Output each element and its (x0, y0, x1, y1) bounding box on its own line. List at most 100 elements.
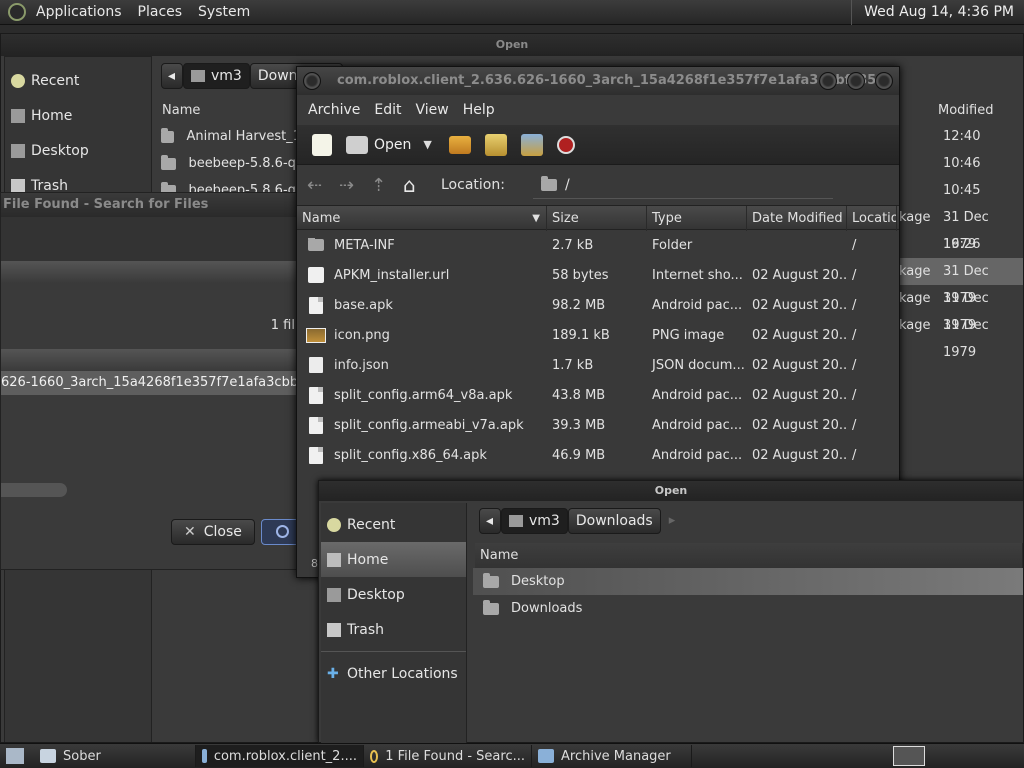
cell-location: / (852, 237, 857, 253)
bg-col-modified[interactable]: Modified (933, 98, 1023, 123)
menu-places[interactable]: Places (130, 0, 191, 25)
col-type[interactable]: Type (647, 206, 747, 231)
table-row[interactable]: base.apk 98.2 MB Android pac... 02 August 2… (297, 290, 899, 320)
table-row[interactable]: info.json 1.7 kB JSON docum... 02 August 20… (297, 350, 899, 380)
maximize-button[interactable] (847, 72, 865, 90)
modified-value: 10:46 (943, 156, 981, 171)
menu-applications[interactable]: Applications (28, 0, 130, 25)
bg-path-back[interactable]: ◂ (161, 63, 183, 89)
table-row[interactable]: META-INF 2.7 kB Folder / (297, 230, 899, 260)
workspace-switcher[interactable] (893, 746, 925, 766)
open-col-name[interactable]: Name (475, 543, 1023, 568)
archive-titlebar: com.roblox.client_2.636.626-1660_3arch_1… (297, 67, 899, 95)
sidebar-separator (321, 651, 466, 652)
sort-down-icon: ▼ (532, 213, 540, 224)
col-size[interactable]: Size (547, 206, 647, 231)
home-icon (191, 70, 205, 82)
cell-date: 02 August 20... (752, 297, 847, 313)
search-result-row[interactable]: 626-1660_3arch_15a4268f1e357f7e1afa3cbbf… (1, 371, 299, 395)
archive-toolbar: Open ▼ (297, 125, 899, 165)
path-forward-button[interactable]: ▸ (669, 508, 676, 534)
path-back-button[interactable]: ◂ (479, 508, 501, 534)
bg-sidebar-recent[interactable]: Recent (5, 63, 151, 98)
modified-value: 31 Dec 1979 (943, 291, 989, 333)
cell-date: 02 August 20... (752, 357, 847, 373)
show-desktop-icon[interactable] (6, 748, 24, 764)
table-row[interactable]: split_config.x86_64.apk 46.9 MB Android pa… (297, 440, 899, 470)
location-field[interactable]: / (532, 171, 833, 199)
list-item[interactable]: Desktop (473, 568, 1023, 595)
menu-view[interactable]: View (409, 102, 456, 118)
cell-type: Android pac... (652, 417, 743, 433)
sidebar-item-other-locations[interactable]: ✚ Other Locations (321, 656, 466, 691)
search-status-text: 1 fil (270, 318, 295, 333)
list-item[interactable]: Downloads (473, 595, 1023, 622)
table-row[interactable]: APKM_installer.url 58 bytes Internet sho..… (297, 260, 899, 290)
table-row[interactable]: icon.png 189.1 kB PNG image 02 August 20...… (297, 320, 899, 350)
modified-value: 31 Dec 1979 (943, 318, 989, 360)
col-date-modified[interactable]: Date Modified (747, 206, 847, 231)
open-archive-icon[interactable] (346, 135, 368, 154)
cell-size: 1.7 kB (552, 357, 594, 373)
bg-col-name[interactable]: Name (157, 98, 307, 123)
col-name[interactable]: Name ▼ (297, 206, 547, 231)
task-archive-manager[interactable]: Archive Manager (532, 745, 692, 767)
cell-type: Android pac... (652, 387, 743, 403)
sidebar-item-trash[interactable]: Trash (321, 612, 466, 647)
bg-window-title: Open (1, 34, 1023, 56)
list-item[interactable]: Animal Harvest_1 (161, 123, 301, 150)
bg-sidebar-home[interactable]: Home (5, 98, 151, 133)
cell-name: info.json (297, 357, 547, 373)
trash-icon (327, 622, 341, 637)
bg-crumb-vm3[interactable]: vm3 (183, 63, 250, 89)
task-roblox-archive[interactable]: com.roblox.client_2.... (196, 745, 364, 767)
cell-type: PNG image (652, 327, 725, 343)
forward-icon[interactable]: ⇢ (339, 175, 371, 196)
folder-icon (483, 599, 499, 615)
close-button[interactable]: ✕ Close (171, 519, 255, 545)
open-dropdown-icon[interactable]: ▼ (423, 138, 431, 151)
trash-icon (11, 178, 25, 193)
menu-help[interactable]: Help (456, 102, 502, 118)
up-icon[interactable]: ⇡ (371, 175, 403, 196)
crumb-downloads[interactable]: Downloads (567, 508, 661, 534)
add-folder-icon[interactable] (520, 133, 543, 156)
home-icon (327, 552, 341, 567)
sidebar-item-desktop[interactable]: Desktop (321, 577, 466, 612)
extract-icon[interactable] (448, 135, 471, 154)
crumb-vm3[interactable]: vm3 (501, 508, 568, 534)
sidebar-item-home[interactable]: Home (321, 542, 466, 577)
cell-date: 02 August 20... (752, 327, 847, 343)
clock[interactable]: Wed Aug 14, 4:36 PM (851, 0, 1024, 25)
close-window-button[interactable] (875, 72, 893, 90)
cell-size: 58 bytes (552, 267, 609, 283)
table-row[interactable]: split_config.armeabi_v7a.apk 39.3 MB Andro… (297, 410, 899, 440)
find-button[interactable] (261, 519, 301, 545)
table-row[interactable]: split_config.arm64_v8a.apk 43.8 MB Android… (297, 380, 899, 410)
top-panel: Applications Places System Wed Aug 14, 4… (0, 0, 1024, 25)
menu-system[interactable]: System (190, 0, 258, 25)
add-files-icon[interactable] (484, 133, 507, 156)
stop-icon[interactable] (556, 135, 575, 154)
new-archive-icon[interactable] (312, 133, 332, 156)
search-window-title: File Found - Search for Files (1, 193, 299, 217)
modified-value: 10:45 (943, 183, 981, 198)
home-icon[interactable]: ⌂ (403, 173, 441, 197)
back-icon[interactable]: ⇠ (307, 175, 339, 196)
list-item[interactable]: beebeep-5.8.6-qt (161, 150, 301, 177)
minimize-button[interactable] (819, 72, 837, 90)
task-search-files[interactable]: 1 File Found - Searc... (364, 745, 532, 767)
search-toolbar-strip (1, 217, 299, 261)
task-sober[interactable]: Sober (34, 745, 196, 767)
menu-archive[interactable]: Archive (301, 102, 367, 118)
bg-sidebar-desktop[interactable]: Desktop (5, 133, 151, 168)
bg-modified-list: 12:40 10:46 10:45 31 Dec 1979 16:26 31 D… (935, 123, 1023, 360)
sidebar-item-recent[interactable]: Recent (321, 507, 466, 542)
app-menu-icon[interactable] (8, 3, 26, 21)
col-location[interactable]: Location (847, 206, 897, 231)
cell-name: base.apk (297, 296, 547, 314)
window-menu-button[interactable] (303, 72, 321, 90)
menu-edit[interactable]: Edit (367, 102, 408, 118)
open-button[interactable]: Open (374, 137, 411, 153)
file-icon (309, 446, 323, 464)
